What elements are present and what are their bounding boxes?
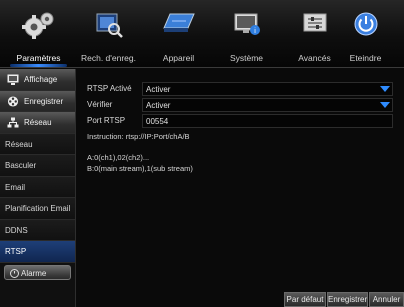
sidebar-item-label: Email [5,182,26,192]
sidebar-item-label: Réseau [24,118,52,127]
sidebar-group-alarme[interactable]: Alarme [4,264,71,280]
sidebar-group-enregistrer[interactable]: Enregistrer [0,90,75,112]
tab-eteindre[interactable]: Eteindre [327,0,404,68]
sidebar-item-label: Affichage [24,75,58,84]
tab-systeme[interactable]: i Système [208,0,285,68]
verify-value: Activer [146,101,171,110]
alarm-icon [10,268,19,278]
save-button[interactable]: Enregistrer [327,292,368,307]
tab-rech-enreg[interactable]: Rech. d'enreg. [70,0,147,68]
active-tab-indicator [10,64,67,67]
tab-label: Appareil [162,53,195,63]
port-label: Port RTSP [87,116,126,125]
rtsp-settings-panel: RTSP Activé Activer Vérifier Activer Por… [77,69,404,307]
rtsp-port-input[interactable]: 00554 [142,114,393,128]
sidebar: Affichage Enregistrer Réseau Réseau Basc… [0,69,76,307]
tab-appareil[interactable]: Appareil [140,0,217,68]
dropdown-arrow-icon[interactable] [380,86,390,92]
sidebar-item-label: Réseau [5,139,33,149]
dropdown-arrow-icon[interactable] [380,102,390,108]
network-icon [7,117,19,128]
tab-label: Paramètres [16,53,61,63]
monitor-info-icon: i [234,13,260,35]
advanced-settings-icon [303,13,326,32]
sidebar-item-email[interactable]: Email [0,176,75,198]
sidebar-item-label: Basculer [5,161,37,170]
monitor-icon [7,74,19,85]
tab-label: Rech. d'enreg. [80,53,137,63]
tab-label: Eteindre [349,53,382,63]
sidebar-item-label: DDNS [5,225,28,235]
sidebar-item-label: Enregistrer [24,96,64,106]
sidebar-item-label: RTSP [5,247,27,256]
sidebar-group-reseau[interactable]: Réseau [0,112,75,134]
sidebar-item-label: Alarme [21,268,47,278]
default-button[interactable]: Par défaut [284,292,326,307]
cancel-button[interactable]: Annuler [369,292,404,307]
hard-disk-icon [162,13,195,32]
verify-label: Vérifier [87,100,113,109]
sidebar-item-basculer[interactable]: Basculer [0,155,75,177]
power-icon [354,12,377,36]
sidebar-item-rtsp[interactable]: RTSP [0,241,75,263]
sidebar-item-planification-email[interactable]: Planification Email [0,198,75,220]
rtsp-enable-value: Activer [146,85,171,94]
top-toolbar: Paramètres Rech. d'enreg. Appareil i Sys… [0,0,404,68]
rtsp-enable-select[interactable]: Activer [142,82,393,96]
instruction-text: Instruction: rtsp://IP:Port/chA/B [87,132,190,141]
verify-select[interactable]: Activer [142,98,393,112]
stream-note: B:0(main stream),1(sub stream) [87,164,193,173]
gears-icon [21,12,53,39]
film-reel-icon [7,95,19,107]
rtsp-port-value: 00554 [146,117,169,126]
rtsp-enable-label: RTSP Activé [87,84,132,93]
channel-note: A:0(ch1),02(ch2)... [87,153,150,162]
sidebar-item-ddns[interactable]: DDNS [0,219,75,241]
sidebar-group-affichage[interactable]: Affichage [0,69,75,91]
sidebar-item-reseau[interactable]: Réseau [0,133,75,155]
tab-parametres[interactable]: Paramètres [0,0,77,68]
sidebar-item-label: Planification Email [5,204,71,213]
search-record-icon [96,13,123,38]
tab-label: Système [229,53,264,63]
